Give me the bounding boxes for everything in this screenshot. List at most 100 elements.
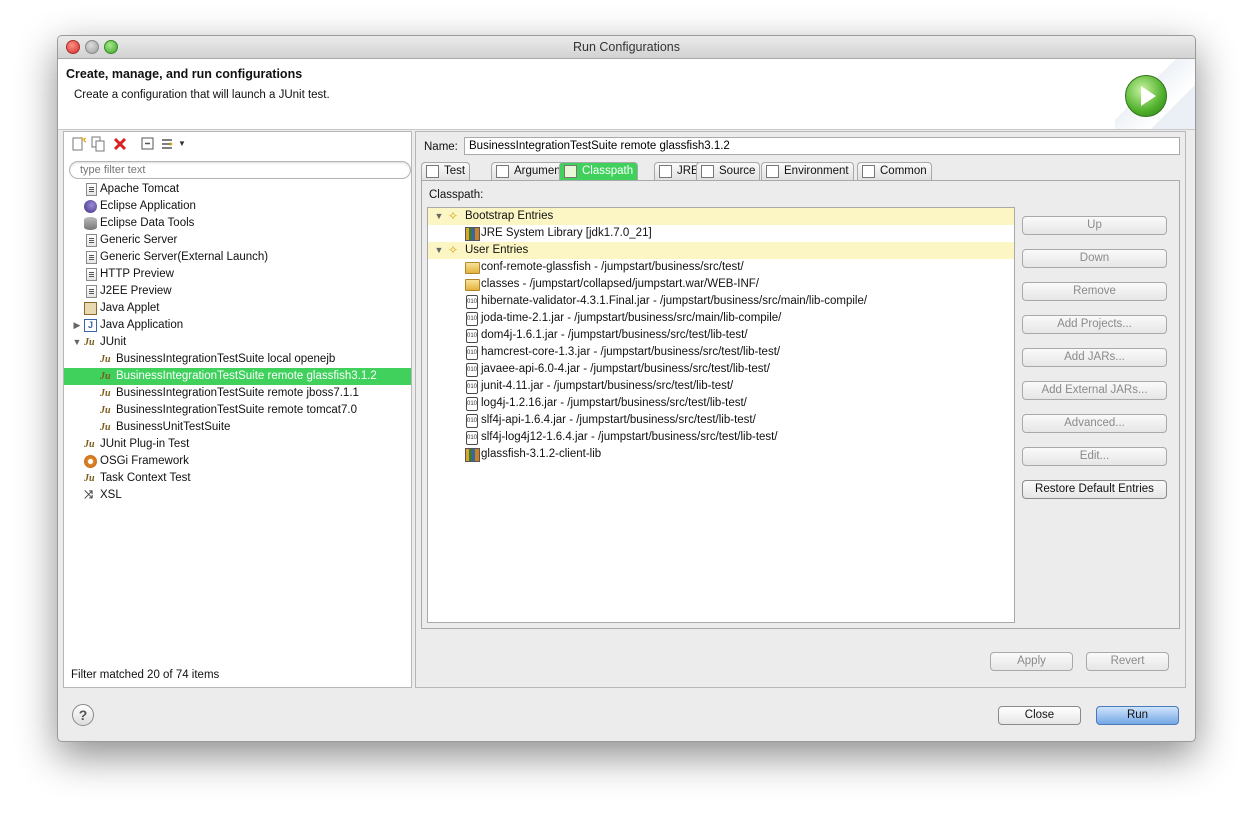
config-tree-item-label: JUnit (100, 336, 127, 348)
revert-button[interactable]: Revert (1086, 652, 1169, 671)
jar-icon: 010 (466, 295, 478, 309)
tab-classpath[interactable]: Classpath (559, 162, 639, 180)
config-tree-item[interactable]: Ju BusinessUnitTestSuite (64, 419, 411, 436)
close-button[interactable]: Close (998, 706, 1081, 725)
classpath-entry[interactable]: 010 hamcrest-core-1.3.jar - /jumpstart/bu… (428, 344, 1014, 361)
classpath-entry[interactable]: glassfish-3.1.2-client-lib (428, 446, 1014, 463)
java-app-icon: J (84, 319, 97, 332)
config-tree-item[interactable]: Ju BusinessIntegrationTestSuite local ope… (64, 351, 411, 368)
config-tree-item[interactable]: Ju BusinessIntegrationTestSuite remote jb… (64, 385, 411, 402)
config-tree-item-label: Java Applet (100, 302, 160, 314)
classpath-entry-label: joda-time-2.1.jar - /jumpstart/business/… (481, 312, 782, 324)
config-toolbar: ▼ (66, 134, 406, 154)
add-projects-button[interactable]: Add Projects... (1022, 315, 1167, 334)
database-icon (84, 217, 97, 230)
config-tree-item-label: BusinessIntegrationTestSuite local opene… (116, 353, 336, 365)
config-tree-item[interactable]: Eclipse Data Tools (64, 215, 411, 232)
config-tree-item[interactable]: Java Applet (64, 300, 411, 317)
collapse-all-icon[interactable] (140, 136, 156, 152)
config-tree-item[interactable]: J2EE Preview (64, 283, 411, 300)
config-tree-item[interactable]: Eclipse Application (64, 198, 411, 215)
junit-icon: Ju (100, 422, 111, 433)
jar-icon: 010 (466, 312, 478, 326)
config-tree-item[interactable]: OSGi Framework (64, 453, 411, 470)
run-button[interactable]: Run (1096, 706, 1179, 725)
classpath-entry[interactable]: 010 slf4j-api-1.6.4.jar - /jumpstart/busi… (428, 412, 1014, 429)
config-tree-item-label: Java Application (100, 319, 184, 331)
new-configuration-icon[interactable] (70, 136, 86, 152)
config-tree-item[interactable]: Ju Task Context Test (64, 470, 411, 487)
junit-icon: Ju (84, 473, 95, 484)
jar-icon: 010 (466, 431, 478, 445)
tab-test[interactable]: Test (421, 162, 471, 180)
classpath-entry[interactable]: 010 log4j-1.2.16.jar - /jumpstart/busines… (428, 395, 1014, 412)
advanced-button[interactable]: Advanced... (1022, 414, 1167, 433)
tab-environment[interactable]: Environment (761, 162, 854, 180)
launch-file-icon (86, 251, 97, 264)
close-window-icon[interactable] (66, 40, 80, 54)
config-tree-item-label: BusinessUnitTestSuite (116, 421, 231, 433)
duplicate-configuration-icon[interactable] (90, 136, 106, 152)
classpath-entry[interactable]: JRE System Library [jdk1.7.0_21] (428, 225, 1014, 242)
config-tree-item-label: Generic Server(External Launch) (100, 251, 269, 263)
zoom-window-icon[interactable] (104, 40, 118, 54)
classpath-entry[interactable]: 010 junit-4.11.jar - /jumpstart/business/… (428, 378, 1014, 395)
configuration-tree: Apache Tomcat Eclipse Application Eclipse … (64, 181, 411, 504)
expanded-twisty-icon[interactable]: ▼ (434, 208, 444, 225)
classpath-group[interactable]: ▼ ✧ Bootstrap Entries (428, 208, 1014, 225)
classpath-entry[interactable]: 010 javaee-api-6.0-4.jar - /jumpstart/bus… (428, 361, 1014, 378)
launch-file-icon (86, 268, 97, 281)
jar-icon: 010 (466, 414, 478, 428)
config-tree-item[interactable]: Apache Tomcat (64, 181, 411, 198)
classpath-entry-label: slf4j-api-1.6.4.jar - /jumpstart/busines… (481, 414, 756, 426)
classpath-entries-icon: ✧ (448, 209, 459, 223)
classpath-entry[interactable]: classes - /jumpstart/collapsed/jumpstart… (428, 276, 1014, 293)
restore-default-entries-button[interactable]: Restore Default Entries (1022, 480, 1167, 499)
config-tree-item[interactable]: Generic Server(External Launch) (64, 249, 411, 266)
tab-label: Classpath (582, 165, 634, 177)
tab-label: Environment (784, 165, 849, 177)
tab-common[interactable]: Common (857, 162, 932, 180)
down-button[interactable]: Down (1022, 249, 1167, 268)
config-tree-item-label: J2EE Preview (100, 285, 172, 297)
filter-configurations-icon[interactable] (160, 136, 176, 152)
config-tree-item[interactable]: Ju BusinessIntegrationTestSuite remote to… (64, 402, 411, 419)
configuration-editor-pane: Name: TestArgumentsClasspathJRESourceEnv… (415, 131, 1186, 688)
config-tree-item[interactable]: ⤨ XSL (64, 487, 411, 504)
config-tree-item[interactable]: HTTP Preview (64, 266, 411, 283)
test-tab-icon (426, 165, 439, 178)
common-tab-icon (862, 165, 875, 178)
classpath-entry[interactable]: 010 dom4j-1.6.1.jar - /jumpstart/business… (428, 327, 1014, 344)
filter-dropdown-chevron-icon[interactable]: ▼ (178, 139, 186, 148)
config-tree-item[interactable]: ▶ J Java Application (64, 317, 411, 334)
config-tree-item[interactable]: Ju BusinessIntegrationTestSuite remote gl… (64, 368, 411, 385)
apply-button[interactable]: Apply (990, 652, 1073, 671)
expanded-twisty-icon[interactable]: ▼ (72, 334, 82, 351)
help-icon[interactable]: ? (72, 704, 94, 726)
classpath-entry[interactable]: 010 slf4j-log4j12-1.6.4.jar - /jumpstart/… (428, 429, 1014, 446)
expanded-twisty-icon[interactable]: ▼ (434, 242, 444, 259)
minimize-window-icon[interactable] (85, 40, 99, 54)
config-tree-item[interactable]: Generic Server (64, 232, 411, 249)
config-tree-item-label: HTTP Preview (100, 268, 174, 280)
osgi-icon (84, 455, 97, 468)
classpath-entry[interactable]: conf-remote-glassfish - /jumpstart/busin… (428, 259, 1014, 276)
configuration-name-input[interactable] (464, 137, 1180, 155)
add-external-jars-button[interactable]: Add External JARs... (1022, 381, 1167, 400)
folder-icon (465, 279, 480, 291)
edit-button[interactable]: Edit... (1022, 447, 1167, 466)
classpath-entry[interactable]: 010 joda-time-2.1.jar - /jumpstart/busine… (428, 310, 1014, 327)
filter-input[interactable] (69, 161, 411, 179)
remove-button[interactable]: Remove (1022, 282, 1167, 301)
tab-source[interactable]: Source (696, 162, 761, 180)
classpath-group[interactable]: ▼ ✧ User Entries (428, 242, 1014, 259)
classpath-entry[interactable]: 010 hibernate-validator-4.3.1.Final.jar -… (428, 293, 1014, 310)
config-tree-item[interactable]: ▼ Ju JUnit (64, 334, 411, 351)
up-button[interactable]: Up (1022, 216, 1167, 235)
delete-configuration-icon[interactable] (112, 136, 128, 152)
config-tree-item-label: Generic Server (100, 234, 178, 246)
collapsed-twisty-icon[interactable]: ▶ (72, 317, 82, 334)
add-jars-button[interactable]: Add JARs... (1022, 348, 1167, 367)
config-tree-item[interactable]: Ju JUnit Plug-in Test (64, 436, 411, 453)
classpath-entry-label: log4j-1.2.16.jar - /jumpstart/business/s… (481, 397, 747, 409)
